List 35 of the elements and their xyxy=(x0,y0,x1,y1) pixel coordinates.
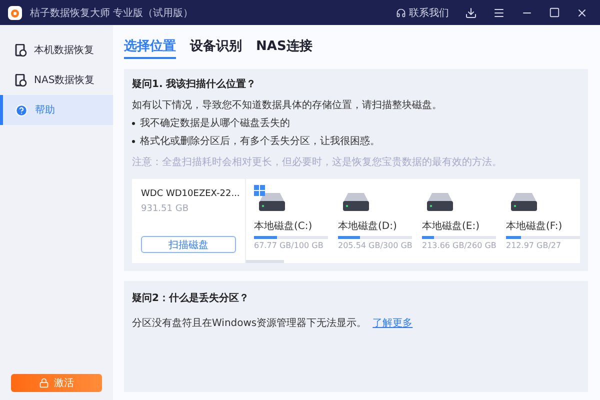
lock-icon xyxy=(39,378,49,388)
windows-logo-icon xyxy=(254,185,265,196)
partition-label[interactable]: 本地磁盘(C:) xyxy=(254,219,328,233)
app-logo-icon xyxy=(8,6,22,20)
contact-button[interactable]: 联系我们 xyxy=(392,6,453,20)
usage-text: 212.97 GB/27 xyxy=(506,241,562,250)
usage-text: 213.66 GB/260 GB xyxy=(422,241,496,250)
drive-clock-icon xyxy=(15,44,27,56)
tab[interactable]: 设备识别 xyxy=(190,37,242,59)
drive-icon xyxy=(426,193,454,211)
help-icon xyxy=(15,104,28,116)
tab[interactable]: 选择位置 xyxy=(124,37,176,59)
drive-icon xyxy=(342,193,370,211)
scan-disk-button[interactable]: 扫描磁盘 xyxy=(141,236,236,253)
partition-label[interactable]: 本地磁盘(E:) xyxy=(422,219,496,233)
note-text: 注意：全盘扫描耗时会相对更长，但必要时，这是恢复您宝贵数据的最有效的方法。 xyxy=(132,156,503,169)
question-title: 疑问2：什么是丢失分区？ xyxy=(132,292,250,305)
sidebar-item[interactable]: NAS数据恢复 xyxy=(0,65,113,95)
window-title: 桔子数据恢复大师 专业版（试用版） xyxy=(30,6,194,20)
sidebar-item[interactable]: 本机数据恢复 xyxy=(0,35,113,65)
tab[interactable]: NAS连接 xyxy=(256,37,312,59)
headset-icon xyxy=(396,8,406,18)
partition-label[interactable]: 本地磁盘(F:) xyxy=(506,219,580,233)
bullet-item: 我不确定数据是从哪个磁盘丢失的 xyxy=(132,116,580,130)
usage-text: 67.77 GB/100 GB xyxy=(254,241,324,250)
drive-clock-icon xyxy=(15,74,27,86)
drive-icon xyxy=(510,193,538,211)
bullet-item: 格式化或删除分区后，有多个丢失分区，让我很困惑。 xyxy=(132,134,580,148)
answer-text: 分区没有盘符且在Windows资源管理器下无法显示。 了解更多 xyxy=(132,316,414,330)
intro-text: 如有以下情况，导致您不知道数据具体的存储位置，请扫描整块磁盘。 xyxy=(132,98,443,112)
question-title: 疑问1. 我该扫描什么位置？ xyxy=(132,78,258,91)
usage-text: 205.54 GB/300 GB xyxy=(338,241,412,250)
partition-label[interactable]: 本地磁盘(D:) xyxy=(338,219,412,233)
drive-icon xyxy=(258,193,286,211)
disk-size: 931.51 GB xyxy=(141,204,190,214)
